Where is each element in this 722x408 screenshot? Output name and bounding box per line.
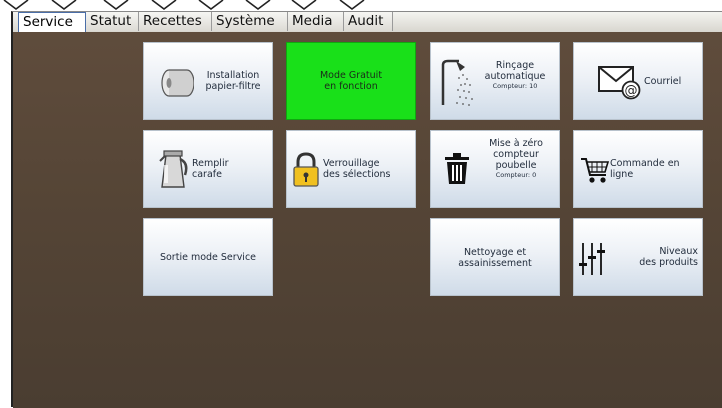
kettle-icon <box>159 150 188 188</box>
shower-icon <box>441 59 473 106</box>
tile-label: Mode Gratuit en fonction <box>319 70 383 92</box>
tile-label: Remplir carafe <box>192 158 229 180</box>
niveaux-produits-button[interactable]: Niveaux des produits <box>573 218 703 296</box>
tile-label: Courriel <box>644 76 682 87</box>
tile-label: Niveaux des produits <box>639 246 698 268</box>
mode-gratuit-button[interactable]: Mode Gratuit en fonction <box>286 42 416 120</box>
tab-bar: Service Statut Recettes Système Media Au… <box>13 12 722 33</box>
svg-text:@: @ <box>625 84 638 99</box>
tile-label: Installation papier-filtre <box>205 70 261 92</box>
mise-a-zero-poubelle-button[interactable]: Mise à zéro compteur poubelle Compteur: … <box>430 130 560 208</box>
tile-label: Verrouillage des sélections <box>323 158 391 180</box>
counter-text: Compteur: 0 <box>495 171 537 179</box>
tile-label: Nettoyage et assainissement <box>458 247 532 269</box>
tile-label: Rinçage automatique Compteur: 10 <box>473 60 557 91</box>
nettoyage-assainissement-button[interactable]: Nettoyage et assainissement <box>430 218 560 296</box>
trash-icon <box>445 153 469 184</box>
commande-en-ligne-button[interactable]: Commande en ligne <box>573 130 703 208</box>
tile-label: Mise à zéro compteur poubelle Compteur: … <box>475 138 557 180</box>
verrouillage-selections-button[interactable]: Verrouillage des sélections <box>286 130 416 208</box>
tab-audit[interactable]: Audit <box>344 12 393 31</box>
tab-systeme[interactable]: Système <box>212 12 288 31</box>
counter-text: Compteur: 10 <box>492 82 538 90</box>
sliders-icon <box>579 243 605 275</box>
lock-icon <box>293 152 319 187</box>
tile-label: Commande en ligne <box>610 158 680 180</box>
app-window: Service Statut Recettes Système Media Au… <box>11 11 722 408</box>
rincage-automatique-button[interactable]: Rinçage automatique Compteur: 10 <box>430 42 560 120</box>
sortie-mode-service-button[interactable]: Sortie mode Service <box>143 218 273 296</box>
tab-statut[interactable]: Statut <box>86 12 139 31</box>
tab-media[interactable]: Media <box>288 12 344 31</box>
remplir-carafe-button[interactable]: Remplir carafe <box>143 130 273 208</box>
tile-label: Sortie mode Service <box>159 252 257 263</box>
tab-service[interactable]: Service <box>18 12 86 32</box>
installation-papier-filtre-button[interactable]: Installation papier-filtre <box>143 42 273 120</box>
cart-icon <box>581 158 610 183</box>
tab-recettes[interactable]: Recettes <box>139 12 212 31</box>
email-icon: @ <box>598 66 641 100</box>
service-panel: Installation papier-filtre Mode Gratuit … <box>13 32 722 408</box>
paper-roll-icon <box>161 69 194 97</box>
courriel-button[interactable]: @ Courriel <box>573 42 703 120</box>
